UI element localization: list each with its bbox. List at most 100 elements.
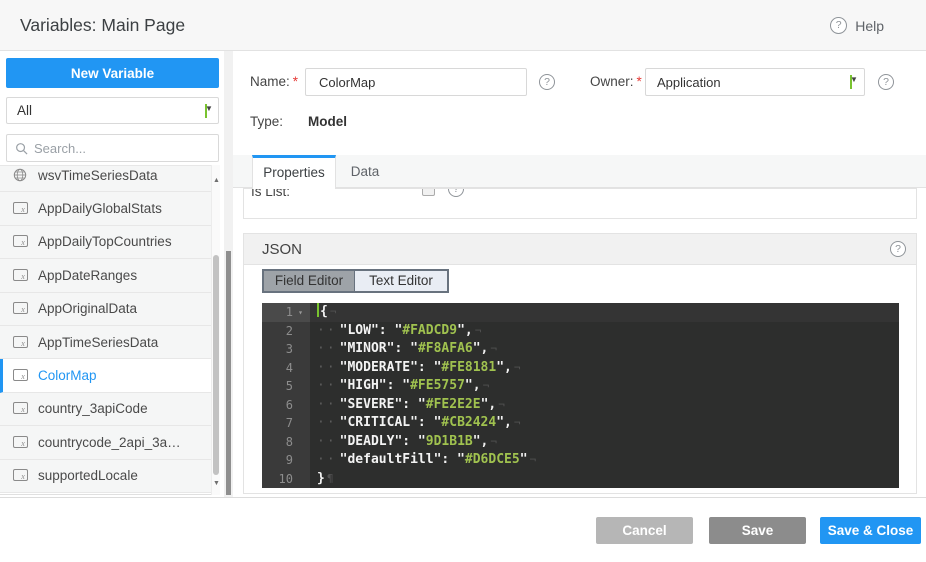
variable-list-item[interactable]: xsupportedLocale [0, 460, 211, 493]
filter-value: All [17, 103, 32, 118]
json-panel-header: JSON ? [244, 234, 916, 265]
variable-name: countrycode_2api_3a… [38, 435, 181, 450]
model-variable-icon: x [13, 336, 28, 349]
code-line[interactable]: ··"LOW": "#FADCD9",¬ [310, 322, 899, 341]
json-key: MODERATE [347, 360, 410, 375]
whitespace-dots: ·· [317, 341, 337, 356]
required-asterisk: * [293, 74, 298, 89]
svg-text:x: x [20, 372, 25, 381]
whitespace-dots: ·· [317, 434, 337, 449]
owner-dropdown[interactable]: Application ▼ [645, 68, 865, 96]
line-number: 2 [262, 322, 310, 341]
code-line[interactable]: {¬ [310, 303, 899, 322]
search-icon [15, 142, 28, 155]
variable-detail-panel: Name:* ? Owner:* Application ▼ ? Type: M… [233, 51, 926, 497]
scroll-down-icon[interactable]: ▼ [212, 480, 221, 487]
end-of-line-mark: ¬ [514, 361, 521, 374]
json-value: #FE8181 [441, 360, 496, 375]
owner-help-icon[interactable]: ? [878, 74, 894, 90]
end-of-line-mark: ¬ [483, 379, 490, 392]
owner-label: Owner:* [590, 68, 642, 96]
tab-properties[interactable]: Properties [252, 155, 336, 189]
end-of-line-mark: ¶ [327, 472, 334, 485]
code-line[interactable]: ··"MINOR": "#F8AFA6",¬ [310, 340, 899, 359]
end-of-line-mark: ¬ [475, 324, 482, 337]
field-editor-toggle[interactable]: Field Editor [264, 271, 355, 291]
main-scrollbar[interactable] [224, 51, 233, 497]
scrollbar-thumb[interactable] [213, 255, 219, 475]
code-line[interactable]: ··"defaultFill": "#D6DCE5"¬ [310, 451, 899, 470]
json-value: #D6DCE5 [465, 452, 520, 467]
help-icon: ? [830, 17, 847, 34]
variable-list-item[interactable]: x ColorMap [0, 359, 211, 392]
dropdown-caret-icon: ▼ [850, 75, 852, 89]
variable-list-item[interactable]: xAppDailyTopCountries [0, 226, 211, 259]
owner-value: Application [657, 75, 721, 90]
line-number: 6 [262, 396, 310, 415]
json-key: SEVERE [347, 397, 394, 412]
model-variable-icon: x [13, 202, 28, 215]
json-key: LOW [347, 323, 370, 338]
help-button[interactable]: ? Help [830, 0, 884, 51]
is-list-checkbox[interactable] [422, 188, 435, 196]
variable-list-scrollbar[interactable]: ▲ ▼ [211, 165, 220, 495]
json-help-icon[interactable]: ? [890, 241, 906, 257]
main-scrollbar-thumb[interactable] [226, 251, 231, 495]
end-of-line-mark: ¬ [490, 342, 497, 355]
variable-list-item[interactable]: xAppDateRanges [0, 259, 211, 292]
end-of-line-mark: ¬ [490, 435, 497, 448]
end-of-line-mark: ¬ [330, 305, 337, 318]
variable-name: wsvTimeSeriesData [38, 168, 158, 183]
variable-name: country_3apiCode [38, 401, 148, 416]
scroll-up-icon[interactable]: ▲ [212, 177, 221, 184]
json-value: #F8AFA6 [418, 341, 473, 356]
variable-name: ColorMap [38, 368, 97, 383]
variable-type-filter-dropdown[interactable]: All ▼ [6, 97, 219, 124]
variable-list-item[interactable]: x AppOriginalData [0, 293, 211, 326]
svg-text:x: x [20, 272, 25, 281]
variable-list-item[interactable]: xcountrycode_2api_3a… [0, 426, 211, 459]
svg-text:x: x [20, 205, 25, 214]
model-variable-icon: x [13, 369, 28, 382]
code-line[interactable]: ··"HIGH": "#FE5757",¬ [310, 377, 899, 396]
code-line[interactable]: ··"DEADLY": "9D1B1B",¬ [310, 433, 899, 452]
code-line[interactable]: ··"SEVERE": "#FE2E2E",¬ [310, 396, 899, 415]
code-line[interactable]: }¶ [310, 470, 899, 489]
variable-list-item[interactable]: wsvTimeSeriesData [0, 165, 211, 192]
svg-text:x: x [20, 305, 25, 314]
page-title: Variables: Main Page [20, 0, 185, 51]
end-of-line-mark: ¬ [530, 453, 537, 466]
name-help-icon[interactable]: ? [539, 74, 555, 90]
save-and-close-button[interactable]: Save & Close [820, 517, 921, 544]
web-service-variable-icon [13, 168, 28, 182]
variable-name: AppTimeSeriesData [38, 335, 158, 350]
code-line[interactable]: ··"MODERATE": "#FE8181",¬ [310, 359, 899, 378]
cancel-button[interactable]: Cancel [596, 517, 693, 544]
json-key: HIGH [347, 378, 378, 393]
tab-data[interactable]: Data [337, 155, 393, 188]
new-variable-button[interactable]: New Variable [6, 58, 219, 88]
code-line[interactable]: ··"CRITICAL": "#CB2424",¬ [310, 414, 899, 433]
json-value: 9D1B1B [426, 434, 473, 449]
dialog-footer: Cancel Save Save & Close [0, 498, 926, 562]
required-asterisk: * [637, 74, 642, 89]
is-list-help-icon[interactable]: ? [448, 188, 464, 197]
fold-arrow-icon[interactable]: ▾ [293, 308, 308, 317]
json-key: DEADLY [347, 434, 394, 449]
name-label: Name:* [250, 68, 298, 96]
search-input[interactable] [34, 141, 210, 156]
variable-name: AppOriginalData [38, 301, 137, 316]
variable-list-item[interactable]: x AppTimeSeriesData [0, 326, 211, 359]
whitespace-dots: ·· [317, 360, 337, 375]
end-of-line-mark: ¬ [514, 416, 521, 429]
line-number: 10 [262, 470, 310, 489]
type-label: Type: [250, 114, 283, 129]
save-button[interactable]: Save [709, 517, 806, 544]
text-editor-toggle[interactable]: Text Editor [355, 271, 447, 291]
json-code-editor[interactable]: 1▾2345678910 {¬··"LOW": "#FADCD9",¬··"MI… [262, 303, 899, 488]
end-of-line-mark: ¬ [498, 398, 505, 411]
name-field[interactable] [305, 68, 527, 96]
variable-list-item[interactable]: xcountry_3apiCode [0, 393, 211, 426]
json-value: #FE2E2E [426, 397, 481, 412]
variable-list-item[interactable]: xAppDailyGlobalStats [0, 192, 211, 225]
